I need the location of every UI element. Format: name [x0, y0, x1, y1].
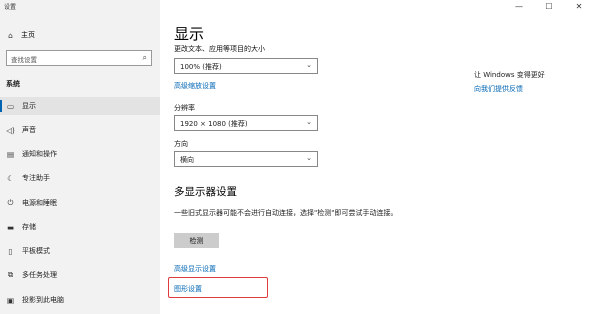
sidebar-item-tablet-mode[interactable]: ▯ 平板模式: [0, 242, 160, 260]
sidebar-item-notifications[interactable]: ▤ 通知和操作: [0, 145, 160, 163]
scale-value: 100% (推荐): [180, 63, 222, 71]
feedback-link[interactable]: 向我们提供反馈: [474, 84, 523, 94]
power-icon: ⏻: [7, 198, 14, 207]
detect-button[interactable]: 检测: [174, 233, 219, 248]
home-nav-item[interactable]: ⌂ 主页: [6, 30, 35, 40]
sidebar-item-focus-assist[interactable]: ☾ 专注助手: [0, 169, 160, 187]
chevron-down-icon: ⌄: [306, 61, 312, 69]
search-input[interactable]: 查找设置 ⌕: [6, 50, 152, 66]
sidebar-item-label: 专注助手: [22, 174, 50, 182]
multi-display-heading: 多显示器设置: [174, 186, 237, 198]
monitor-icon: ▭: [6, 101, 15, 111]
moon-icon: ☾: [7, 173, 14, 183]
sidebar-item-label: 多任务处理: [22, 271, 57, 279]
sidebar-item-power-sleep[interactable]: ⏻ 电源和睡眠: [0, 194, 160, 212]
sidebar-item-label: 存储: [22, 223, 36, 231]
tablet-icon: ▯: [8, 246, 13, 256]
chevron-down-icon: ⌄: [306, 118, 312, 126]
sidebar-item-label: 通知和操作: [22, 150, 57, 158]
sidebar-item-display[interactable]: ▭ 显示: [0, 97, 160, 115]
sidebar: ⌂ 主页 查找设置 ⌕ 系统 ▭ 显示 ◁) 声音 ▤ 通知和操作 ☾ 专注助手…: [0, 0, 160, 314]
sidebar-item-multitasking[interactable]: ⧉ 多任务处理: [0, 266, 160, 284]
home-icon: ⌂: [8, 30, 13, 40]
sidebar-item-label: 显示: [22, 102, 36, 110]
orientation-label: 方向: [174, 140, 188, 148]
advanced-display-link[interactable]: 高级显示设置: [174, 264, 216, 274]
resolution-label: 分辨率: [174, 104, 195, 112]
orientation-dropdown[interactable]: 横向 ⌄: [174, 151, 318, 167]
speaker-icon: ◁): [6, 125, 15, 135]
project-icon: ▣: [6, 295, 15, 305]
sidebar-item-sound[interactable]: ◁) 声音: [0, 121, 160, 139]
advanced-scaling-link[interactable]: 高级缩放设置: [174, 81, 216, 91]
sidebar-item-label: 电源和睡眠: [22, 199, 57, 207]
graphics-settings-link[interactable]: 图形设置: [174, 284, 202, 294]
multitask-icon: ⧉: [7, 270, 14, 279]
sidebar-item-label: 平板模式: [22, 247, 50, 255]
resolution-value: 1920 × 1080 (推荐): [180, 120, 248, 128]
scale-dropdown[interactable]: 100% (推荐) ⌄: [174, 58, 318, 74]
chevron-down-icon: ⌄: [306, 154, 312, 162]
sidebar-item-project-to-pc[interactable]: ▣ 投影到此电脑: [0, 291, 160, 309]
sidebar-item-label: 声音: [22, 126, 36, 134]
message-icon: ▤: [6, 149, 15, 159]
storage-icon: ▬: [6, 222, 15, 232]
main-content: 显示 更改文本、应用等项目的大小 100% (推荐) ⌄ 高级缩放设置 分辨率 …: [160, 0, 600, 314]
resolution-dropdown[interactable]: 1920 × 1080 (推荐) ⌄: [174, 115, 318, 131]
sidebar-item-storage[interactable]: ▬ 存储: [0, 218, 160, 236]
sidebar-item-label: 投影到此电脑: [22, 296, 64, 304]
scale-label: 更改文本、应用等项目的大小: [174, 45, 265, 53]
home-label: 主页: [21, 31, 35, 39]
multi-display-description: 一些旧式显示器可能不会进行自动连接，选择"检测"即可尝试手动连接。: [174, 209, 398, 217]
page-title: 显示: [174, 25, 205, 43]
orientation-value: 横向: [180, 156, 194, 164]
search-icon[interactable]: ⌕: [143, 53, 147, 63]
section-label-system: 系统: [6, 80, 20, 88]
feedback-heading: 让 Windows 变得更好: [474, 71, 545, 79]
search-placeholder: 查找设置: [11, 56, 37, 64]
window-title: 设置: [4, 4, 17, 11]
